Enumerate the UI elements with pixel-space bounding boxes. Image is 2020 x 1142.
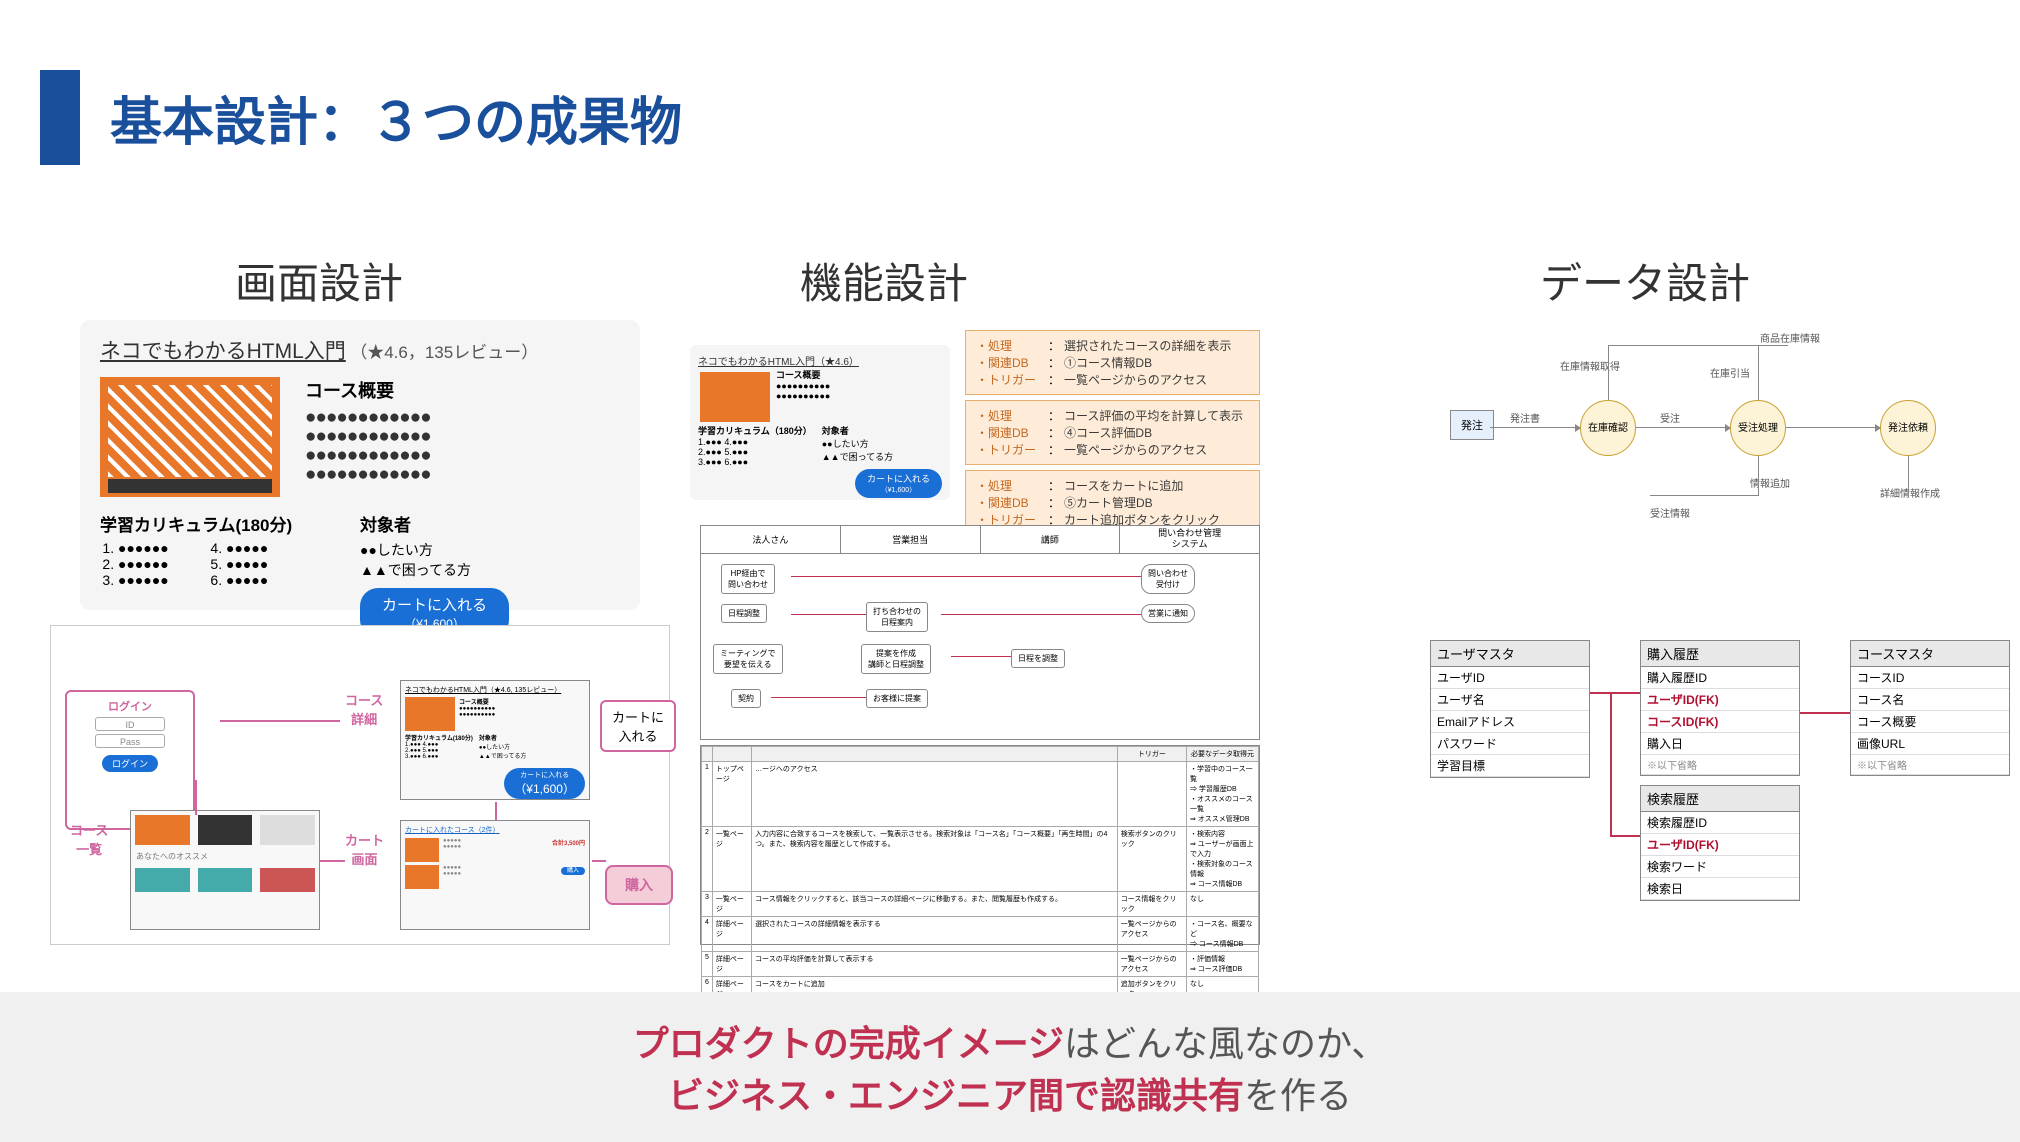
course-rating: （★4.6，135レビュー） bbox=[350, 343, 538, 362]
erd-diagram: ユーザマスタ ユーザID ユーザ名 Emailアドレス パスワード 学習目標 購… bbox=[1430, 630, 2020, 920]
screen-design-mock: ネコでもわかるHTML入門 （★4.6，135レビュー） コース概要 ●●●●●… bbox=[80, 320, 640, 610]
course-list-label: コース一覧 bbox=[70, 820, 108, 858]
course-image bbox=[100, 377, 280, 497]
course-list-shot: あなたへのオススメ bbox=[130, 810, 320, 930]
course-title: ネコでもわかるHTML入門 bbox=[100, 340, 346, 363]
course-detail-label: コース詳細 bbox=[345, 690, 383, 728]
mini-cart-button[interactable]: カートに入れる（¥1,600） bbox=[855, 469, 942, 498]
target-heading: 対象者 bbox=[360, 511, 509, 536]
footer-summary: プロダクトの完成イメージはどんな風なのか、 ビジネス・エンジニア間で認識共有を作… bbox=[0, 992, 2020, 1142]
cart-screen-label: カート画面 bbox=[345, 830, 384, 868]
login-button[interactable]: ログイン bbox=[102, 755, 158, 772]
outline-dots: ●●●●●●●●●●●●●●●●●●●●●●●●●●●●●●●●●●●●●●●●… bbox=[305, 408, 431, 484]
function-table: トリガー必要なデータ取得元 1トップページ…ージへのアクセス・学習中のコース一覧… bbox=[700, 745, 1260, 945]
process-box-1: ・処理：選択されたコースの詳細を表示 ・関連DB：①コース情報DB ・トリガー：… bbox=[965, 330, 1260, 395]
course-detail-shot: ネコでもわかるHTML入門（★4.6, 135レビュー） コース概要●●●●●●… bbox=[400, 680, 590, 800]
outline-heading: コース概要 bbox=[305, 377, 431, 403]
buy-button[interactable]: 購入 bbox=[605, 865, 673, 905]
process-box-2: ・処理：コース評価の平均を計算して表示 ・関連DB：④コース評価DB ・トリガー… bbox=[965, 400, 1260, 465]
target-line-1: ●●したい方 bbox=[360, 540, 509, 560]
cart-shot: カートに入れたコース（2件） ●●●●●●●●●●合計3,500円 ●●●●●●… bbox=[400, 820, 590, 930]
to-cart-label: カートに入れる bbox=[600, 700, 676, 752]
data-flow-diagram: 発注 在庫確認 受注処理 発注依頼 商品在庫情報 発注書 在庫情報取得 在庫引当… bbox=[1450, 330, 2020, 530]
col-head-3: データ設計 bbox=[1540, 250, 1750, 311]
curriculum-list: ●●●●●● ●●●●●● ●●●●●● ●●●●● ●●●●● ●●●●● bbox=[100, 540, 320, 588]
col-head-2: 機能設計 bbox=[800, 250, 968, 311]
swimlane-diagram: 法人さん 営業担当 講師 問い合わせ管理システム HP経由で問い合わせ 問い合わ… bbox=[700, 525, 1260, 740]
function-mini-mock: ネコでもわかるHTML入門（★4.6） コース概要●●●●●●●●●●●●●●●… bbox=[690, 345, 950, 500]
erd-search: 検索履歴 検索履歴ID ユーザID(FK) 検索ワード 検索日 bbox=[1640, 785, 1800, 901]
login-box: ログイン ID Pass ログイン bbox=[65, 690, 195, 830]
col-head-1: 画面設計 bbox=[235, 250, 403, 311]
erd-user: ユーザマスタ ユーザID ユーザ名 Emailアドレス パスワード 学習目標 bbox=[1430, 640, 1590, 778]
target-line-2: ▲▲で困ってる方 bbox=[360, 560, 509, 580]
erd-course: コースマスタ コースID コース名 コース概要 画像URL ※以下省略 bbox=[1850, 640, 2010, 776]
curriculum-heading: 学習カリキュラム(180分) bbox=[100, 511, 320, 536]
slide-title: 基本設計：３つの成果物 bbox=[110, 80, 682, 155]
erd-purchase: 購入履歴 購入履歴ID ユーザID(FK) コースID(FK) 購入日 ※以下省… bbox=[1640, 640, 1800, 776]
